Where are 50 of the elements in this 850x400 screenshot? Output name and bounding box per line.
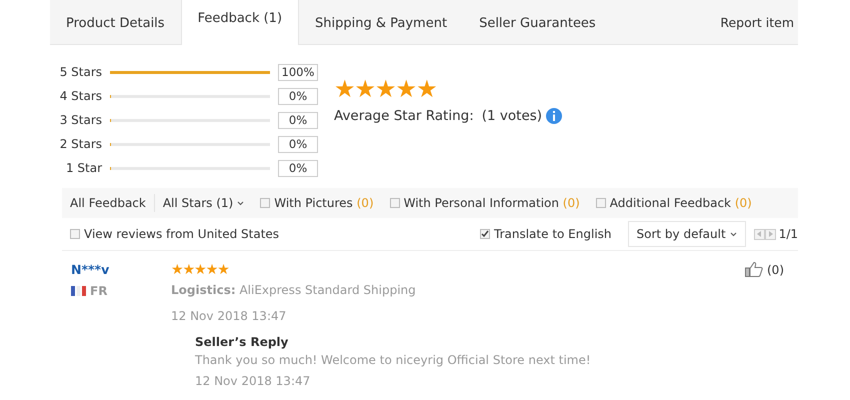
percentage-reading: 0% <box>278 88 318 104</box>
percentage-reading: 0% <box>278 112 318 128</box>
reply-title: Seller’s Reply <box>195 334 290 351</box>
checkbox[interactable] <box>70 229 80 239</box>
rating-label: Average Star Rating: <box>334 107 474 126</box>
caret-icon <box>730 232 737 236</box>
percentage-reading: 0% <box>278 160 318 176</box>
rating-label: 4 Stars <box>58 88 102 105</box>
country-code: FR <box>90 282 108 300</box>
tab[interactable]: Product Details <box>50 0 181 44</box>
logistics-text: Logistics: AliExpress Standard Shipping <box>171 282 417 299</box>
page-indicator: 1/1 <box>778 226 798 243</box>
tab[interactable]: Feedback (1) <box>180 0 300 45</box>
tab[interactable]: Seller Guarantees <box>463 0 612 44</box>
star-rating: ★★★★★ <box>334 76 437 102</box>
report-link[interactable]: Report item <box>720 14 798 44</box>
rating-label: 5 Stars <box>58 64 102 81</box>
filter-label: With Personal Information (0) <box>404 195 580 212</box>
stars-dropdown[interactable]: All Stars (1) <box>154 194 252 212</box>
filter-label: With Pictures (0) <box>274 195 374 212</box>
sort-dropdown[interactable]: Sort by default <box>628 221 746 247</box>
rating-label: 2 Stars <box>58 136 102 153</box>
rating-label: 1 Star <box>64 160 102 177</box>
left-triangle-icon <box>756 231 762 237</box>
reply-text: Thank you so much! Welcome to niceyrig Official Store next time! <box>195 352 592 369</box>
tab[interactable]: Shipping & Payment <box>299 0 464 44</box>
reply-date: 12 Nov 2018 13:47 <box>195 373 312 390</box>
percentage-reading: 100% <box>278 64 318 80</box>
review-date: 12 Nov 2018 13:47 <box>171 308 288 325</box>
checkbox-label: View reviews from United States <box>84 226 280 243</box>
filter-link[interactable]: All Feedback <box>62 194 155 212</box>
checkbox[interactable] <box>596 198 606 208</box>
caret-icon <box>237 200 244 206</box>
flag-icon <box>71 286 86 296</box>
review-stars: ★★★★★ <box>171 262 229 278</box>
reviewer-name[interactable]: N***v <box>71 261 110 280</box>
checkbox-label: Translate to English <box>494 226 612 243</box>
checkbox[interactable] <box>260 198 270 208</box>
votes-count: (1 votes) <box>482 107 542 126</box>
like-count: (0) <box>767 262 784 279</box>
thumbs-up-icon[interactable] <box>745 261 763 277</box>
next-page-button[interactable] <box>764 228 776 240</box>
right-triangle-icon <box>768 231 773 237</box>
filter-label: Additional Feedback (0) <box>610 195 752 212</box>
previous-page-button[interactable] <box>754 228 765 240</box>
rating-label: 3 Stars <box>58 112 102 129</box>
checkbox[interactable] <box>390 198 400 208</box>
checkbox[interactable] <box>480 229 490 239</box>
info-icon[interactable] <box>546 108 562 124</box>
percentage-reading: 0% <box>278 136 318 152</box>
